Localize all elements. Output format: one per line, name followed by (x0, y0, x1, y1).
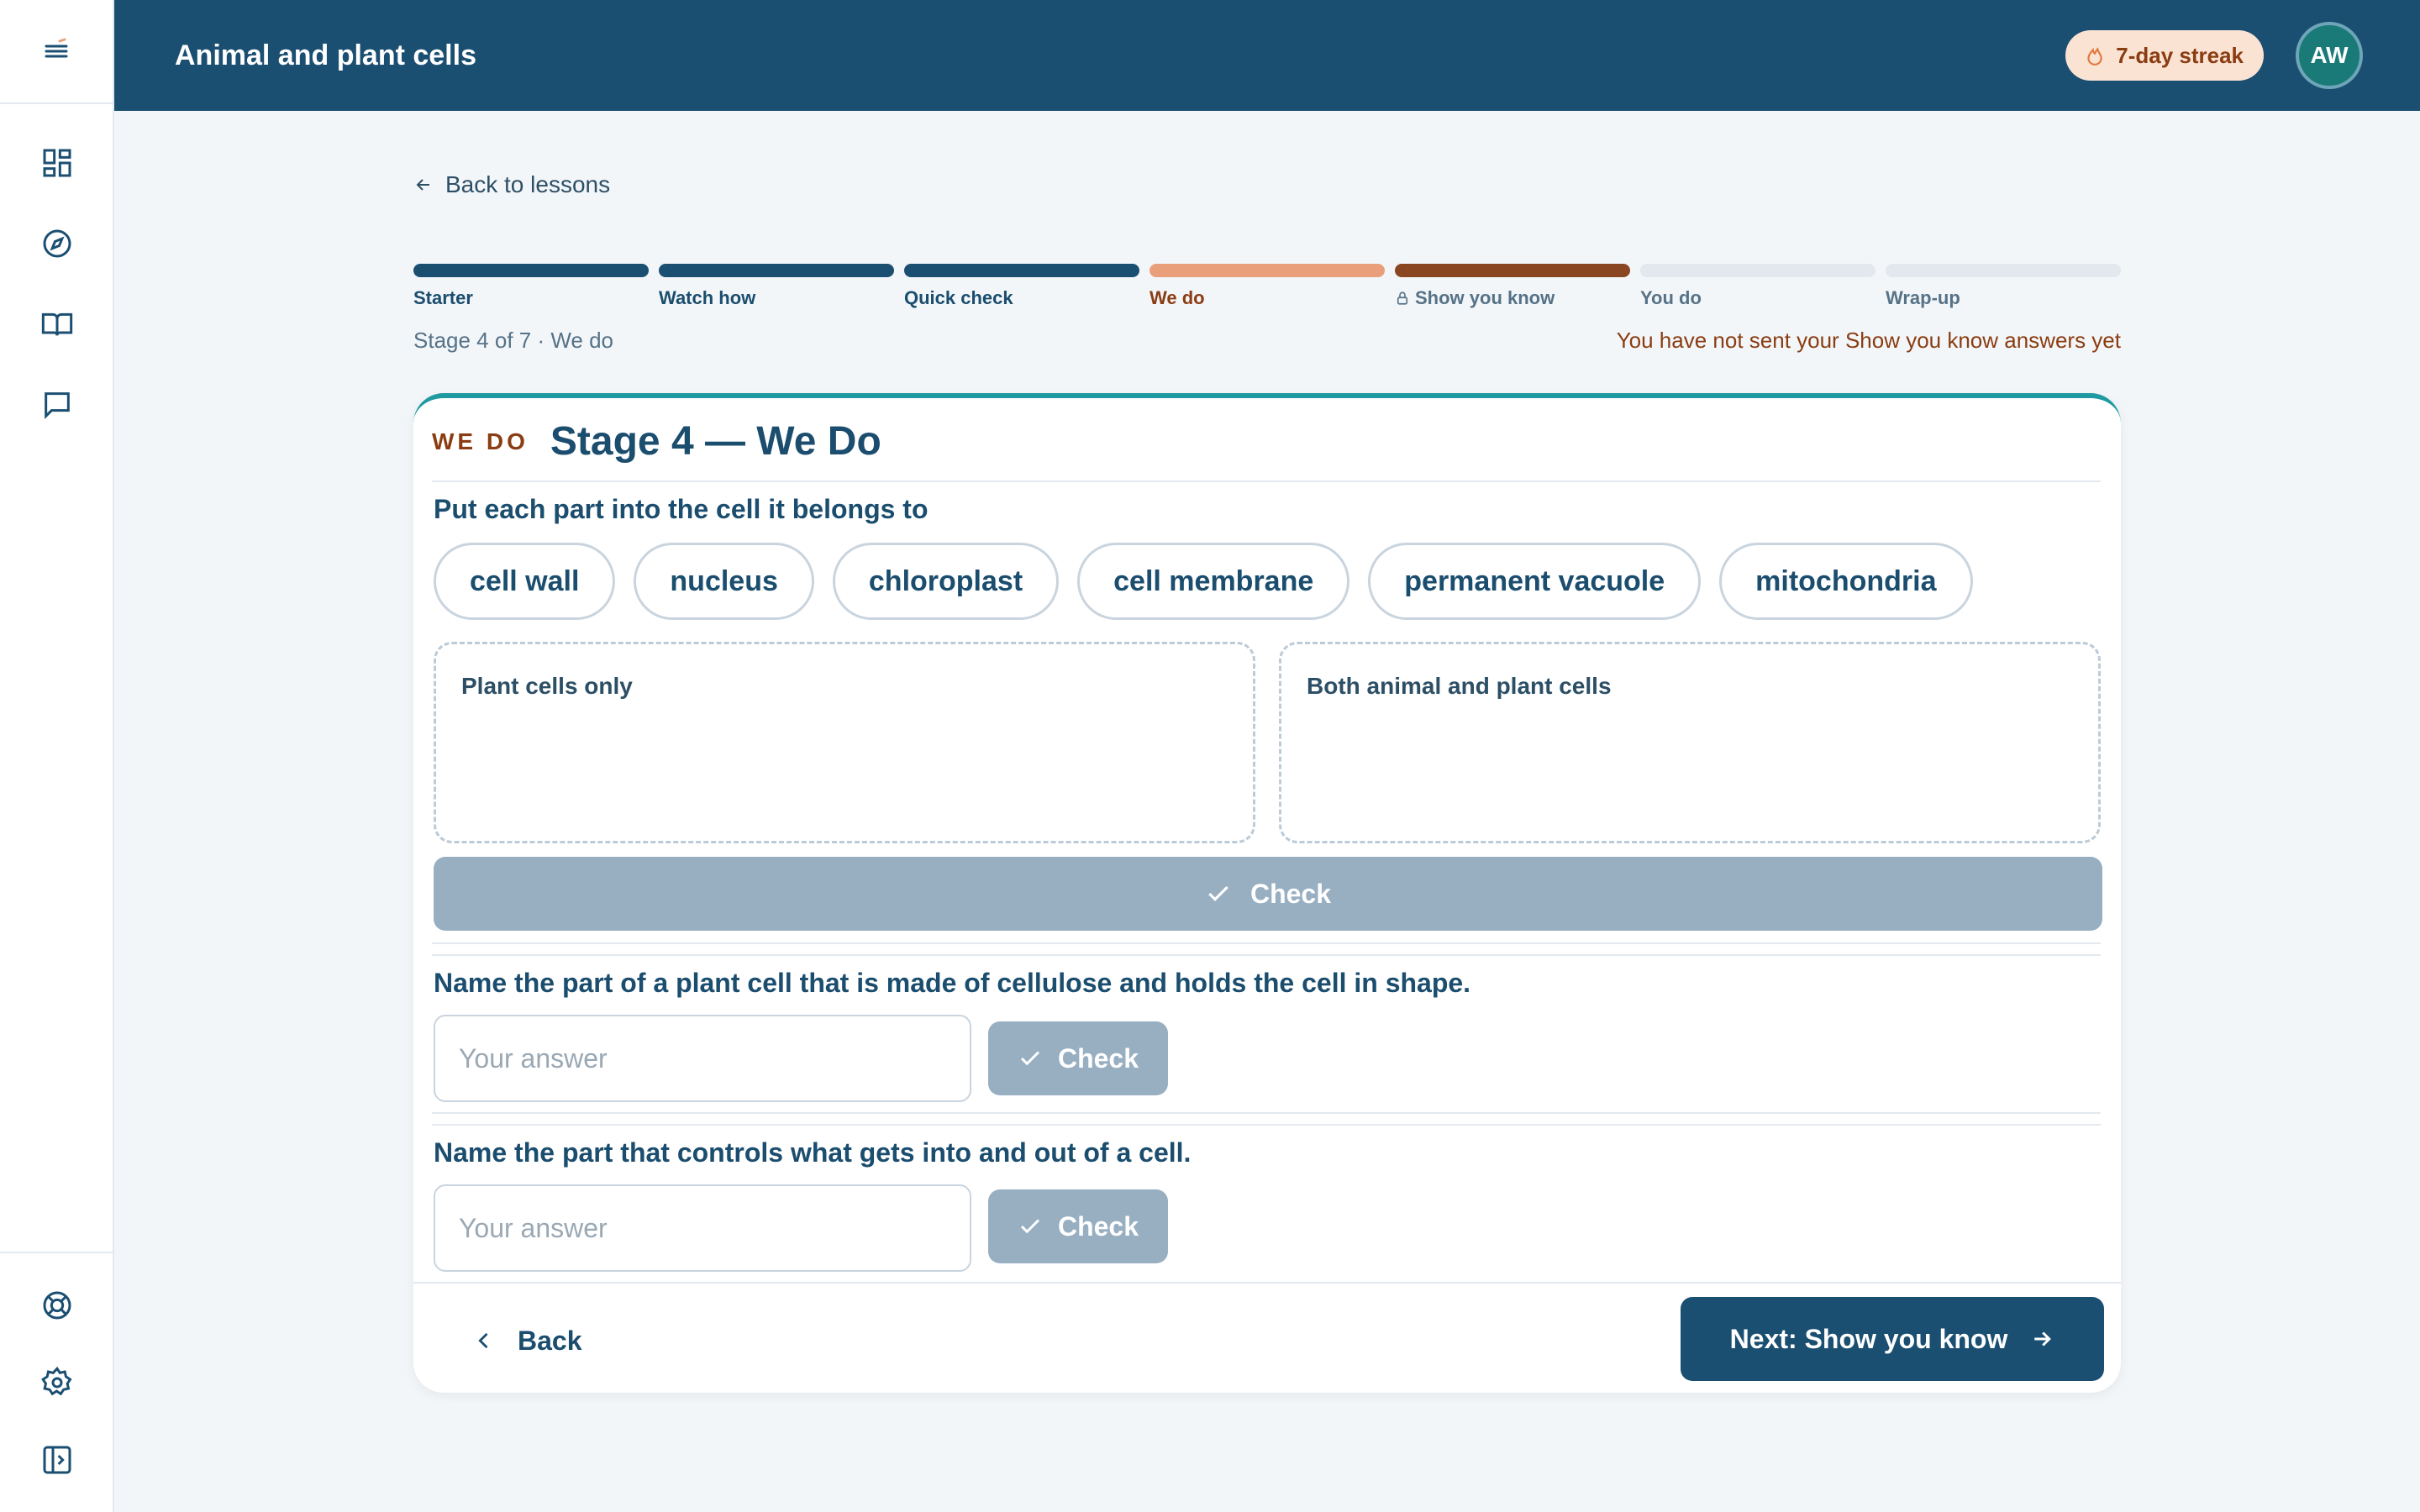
we-do-card: WE DO Stage 4 — We Do Put each part into… (413, 393, 2121, 1393)
help-icon[interactable] (37, 1285, 77, 1326)
check-label: Check (1249, 878, 1332, 909)
stage-label: Wrap-up (1886, 287, 1960, 308)
stage-watch-how[interactable]: Watch how (659, 264, 894, 309)
streak-label: 7-day streak (2116, 42, 2244, 68)
stage-label-row: Show you know (1395, 287, 1630, 309)
chip-cell-membrane[interactable]: cell membrane (1077, 543, 1350, 620)
compass-icon[interactable] (37, 223, 77, 264)
stage-we-do[interactable]: We do (1150, 264, 1385, 309)
answer-input-q3[interactable] (434, 1184, 971, 1272)
divider (432, 1124, 2101, 1126)
menu-button[interactable] (0, 0, 113, 104)
stage-you-do[interactable]: You do (1640, 264, 1876, 309)
drop-zone-label: Both animal and plant cells (1307, 673, 1612, 699)
sidebar-divider (0, 1252, 113, 1253)
menu-icon (45, 38, 68, 58)
card-footer-divider (413, 1282, 2121, 1284)
card-header: WE DO Stage 4 — We Do (432, 418, 881, 465)
stage-label: Watch how (659, 287, 756, 308)
arrow-right-icon (2034, 1331, 2052, 1347)
stage-quick-check[interactable]: Quick check (904, 264, 1139, 309)
stage-bar (413, 264, 649, 277)
collapse-sidebar-icon[interactable] (37, 1440, 77, 1480)
arrow-left-icon (416, 179, 429, 191)
back-button[interactable]: Back (472, 1315, 582, 1366)
divider (432, 954, 2101, 956)
lock-icon (1397, 291, 1408, 305)
check-label: Check (1057, 1042, 1139, 1074)
stage-label: We do (1150, 287, 1205, 308)
stage-label: Quick check (904, 287, 1013, 308)
stage-bar (904, 264, 1139, 277)
stage-bar (1150, 264, 1385, 277)
stage-bar (1886, 264, 2121, 277)
stage-bar (1640, 264, 1876, 277)
chip-permanent-vacuole[interactable]: permanent vacuole (1368, 543, 1702, 620)
user-avatar[interactable]: AW (2296, 22, 2363, 89)
sidebar (0, 0, 114, 1512)
chip-nucleus[interactable]: nucleus (634, 543, 814, 620)
q3-check-button[interactable]: Check (988, 1189, 1168, 1263)
q2-check-button[interactable]: Check (988, 1021, 1168, 1095)
sort-question: Put each part into the cell it belongs t… (434, 494, 929, 524)
stage-progress: Starter Watch how Quick check We do Show… (413, 264, 2121, 314)
question-cell-membrane: Name the part that controls what gets in… (434, 1137, 1192, 1168)
stage-warning: You have not sent your Show you know ans… (1616, 328, 2121, 353)
stage-label: You do (1640, 287, 1702, 308)
page-title: Animal and plant cells (175, 39, 476, 71)
chevron-left-icon (478, 1332, 488, 1349)
divider (432, 942, 2101, 944)
card-title: Stage 4 — We Do (550, 419, 881, 464)
stage-starter[interactable]: Starter (413, 264, 649, 309)
divider (432, 1112, 2101, 1114)
flame-icon (2087, 47, 2102, 66)
stage-wrap-up[interactable]: Wrap-up (1886, 264, 2121, 309)
stage-show-you-know[interactable]: Show you know (1395, 264, 1630, 309)
chip-cell-wall[interactable]: cell wall (434, 543, 616, 620)
top-header: Animal and plant cells 7-day streak AW (114, 0, 2420, 111)
chip-bank: cell wall nucleus chloroplast cell membr… (434, 543, 1973, 620)
sort-check-button[interactable]: Check (434, 857, 2102, 931)
chat-icon[interactable] (37, 385, 77, 425)
stage-label: Show you know (1415, 287, 1555, 308)
book-icon[interactable] (37, 304, 77, 344)
lesson-content: Back to lessons Starter Watch how Quick … (413, 160, 2121, 1393)
settings-icon[interactable] (37, 1362, 77, 1403)
stage-bar (659, 264, 894, 277)
check-icon (1208, 885, 1228, 901)
dashboard-icon[interactable] (37, 143, 77, 183)
chip-chloroplast[interactable]: chloroplast (832, 543, 1060, 620)
back-to-lessons-label: Back to lessons (445, 171, 611, 197)
stage-info: Stage 4 of 7 · We do (413, 328, 613, 353)
back-label: Back (518, 1325, 582, 1356)
stage-label: Starter (413, 287, 473, 308)
answer-input-q2[interactable] (434, 1015, 971, 1102)
check-icon (1020, 1051, 1040, 1066)
stage-bar (1395, 264, 1630, 277)
drop-zone-both[interactable]: Both animal and plant cells (1279, 642, 2101, 843)
chip-mitochondria[interactable]: mitochondria (1719, 543, 1973, 620)
stage-tag: WE DO (432, 428, 529, 454)
drop-zone-plant-only[interactable]: Plant cells only (434, 642, 1255, 843)
drop-zone-label: Plant cells only (461, 673, 633, 699)
back-to-lessons-link[interactable]: Back to lessons (413, 160, 2121, 210)
next-button[interactable]: Next: Show you know (1681, 1297, 2104, 1381)
check-label: Check (1057, 1210, 1139, 1242)
question-cell-wall: Name the part of a plant cell that is ma… (434, 968, 1471, 998)
streak-badge[interactable]: 7-day streak (2065, 30, 2264, 81)
divider (432, 480, 2101, 482)
next-label: Next: Show you know (1729, 1323, 2008, 1354)
check-icon (1020, 1219, 1040, 1234)
